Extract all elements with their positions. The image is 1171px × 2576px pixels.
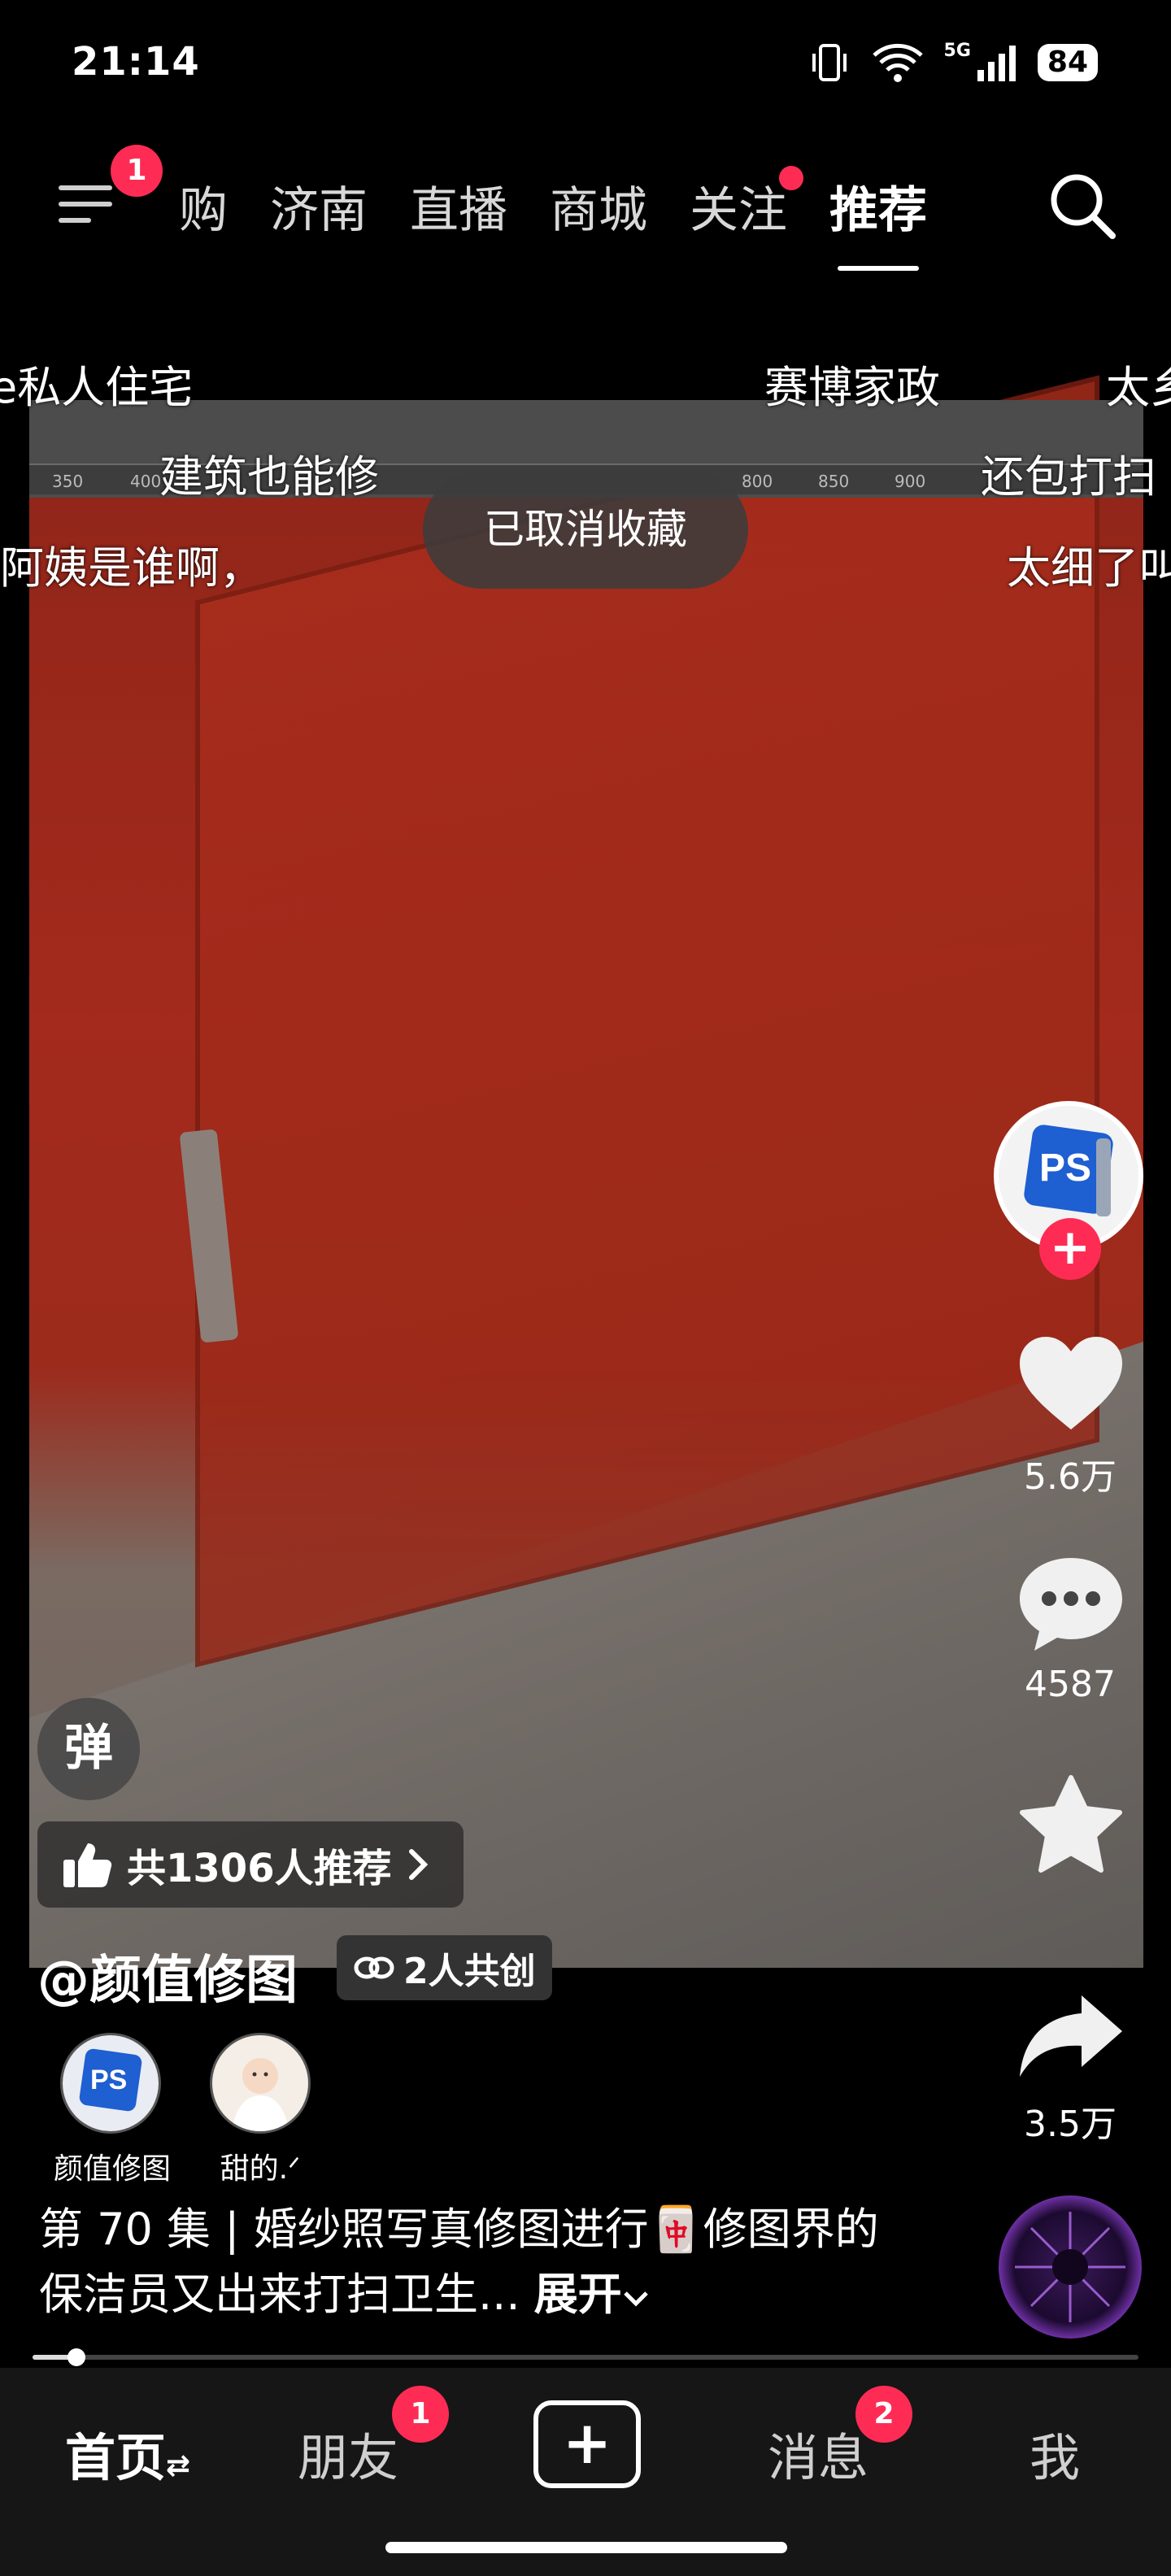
tab-home[interactable]: 首页⇄	[65, 2417, 190, 2490]
top-tab-bar: 购 济南 直播 商城 关注 推荐	[179, 166, 927, 271]
tab-live[interactable]: 直播	[410, 171, 507, 242]
creator-name: 颜值修图	[54, 2152, 172, 2186]
tab-shopping[interactable]: 购	[179, 171, 228, 242]
status-icons: 5G 84	[808, 41, 1098, 85]
share-icon[interactable]	[1016, 1992, 1125, 2082]
follow-button[interactable]: +	[1039, 1218, 1101, 1280]
baby-photo-icon	[232, 2058, 289, 2131]
battery-icon: 84	[1037, 44, 1098, 81]
recommend-count: 共1306人推荐	[127, 1846, 392, 1891]
danmaku-item: 赛博家政	[764, 362, 940, 413]
music-disc-icon[interactable]	[999, 2195, 1142, 2339]
creator-avatar	[210, 2033, 311, 2134]
creator-item[interactable]: PS 颜值修图	[54, 2033, 172, 2187]
ruler-tick: 850	[818, 472, 850, 491]
vibrate-icon	[812, 44, 847, 81]
chevron-right-icon	[408, 1849, 428, 1880]
tab-friends-label: 朋友	[298, 2428, 399, 2487]
messages-badge: 2	[855, 2386, 912, 2443]
svg-text:PS: PS	[1039, 1147, 1091, 1190]
svg-text:PS: PS	[90, 2065, 127, 2095]
menu-button[interactable]: 1	[59, 145, 163, 226]
share-count: 3.5万	[1024, 2104, 1117, 2145]
comment-icon[interactable]	[1016, 1553, 1125, 1657]
favorite-star-icon[interactable]	[1016, 1773, 1125, 1877]
ruler-tick: 400	[130, 472, 162, 491]
ruler-tick: 900	[895, 472, 926, 491]
tab-following[interactable]: 关注	[690, 166, 803, 242]
cocreate-badge[interactable]: 2人共创	[337, 1935, 552, 2000]
like-count: 5.6万	[1024, 1456, 1117, 1498]
wifi-icon	[872, 43, 923, 82]
caption-text: 第 70 集 | 婚纱照写真修图进行🀄修图界的保洁员又出来打扫卫生...	[39, 2204, 879, 2320]
link-icon	[354, 1956, 394, 1979]
recommend-bar[interactable]: 共1306人推荐	[37, 1821, 464, 1908]
danmaku-item: 建筑也能修	[159, 451, 379, 503]
ruler-tick: 800	[742, 472, 773, 491]
danmaku-toggle-button[interactable]: 弹	[37, 1698, 140, 1800]
tab-messages[interactable]: 消息 2	[768, 2386, 912, 2490]
danmaku-item: 太乡	[1106, 362, 1171, 413]
music-disc-art	[1015, 2212, 1125, 2322]
tab-jinan[interactable]: 济南	[270, 171, 368, 242]
danmaku-item: 太细了叫	[1007, 542, 1171, 594]
cocreate-label: 2人共创	[403, 1951, 536, 1992]
search-icon[interactable]	[1046, 169, 1119, 242]
chevron-down-icon	[623, 2291, 648, 2307]
danmaku-item: e私人住宅	[0, 362, 194, 413]
following-dot	[779, 166, 803, 190]
tab-mall[interactable]: 商城	[550, 171, 647, 242]
danmaku-item: 还包打扫	[981, 451, 1156, 503]
progress-knob[interactable]	[67, 2348, 86, 2366]
expand-label: 展开	[533, 2269, 622, 2320]
creator-item[interactable]: 甜的.ᐟ	[203, 2033, 317, 2187]
comment-count: 4587	[1025, 1664, 1116, 1705]
ruler-tick: 350	[52, 472, 84, 491]
author-name[interactable]: @颜值修图	[37, 1939, 298, 2013]
tab-recommended[interactable]: 推荐	[829, 171, 927, 271]
video-progress-bar[interactable]	[33, 2348, 1138, 2366]
photoshop-logo-icon: PS	[63, 2035, 159, 2131]
refresh-switch-icon: ⇄	[166, 2449, 191, 2482]
tab-following-label: 关注	[690, 182, 787, 239]
network-type: 5G	[943, 41, 971, 61]
tab-home-label: 首页	[65, 2428, 167, 2487]
danmaku-item: 阿姨是谁啊，	[0, 542, 263, 594]
create-button[interactable]: +	[533, 2400, 641, 2488]
tab-me[interactable]: 我	[1030, 2417, 1080, 2490]
signal-icon	[977, 46, 1016, 81]
menu-badge: 1	[111, 145, 163, 197]
status-time: 21:14	[72, 39, 200, 85]
thumbs-up-icon	[63, 1843, 112, 1887]
like-icon[interactable]	[1016, 1334, 1125, 1434]
creator-avatar: PS	[60, 2033, 161, 2134]
friends-badge: 1	[392, 2386, 449, 2443]
video-caption[interactable]: 第 70 集 | 婚纱照写真修图进行🀄修图界的保洁员又出来打扫卫生... 展开	[39, 2197, 901, 2327]
tab-messages-label: 消息	[768, 2428, 869, 2487]
home-indicator	[385, 2542, 787, 2553]
creator-name: 甜的.ᐟ	[220, 2152, 301, 2186]
expand-button[interactable]: 展开	[534, 2269, 650, 2320]
tab-friends[interactable]: 朋友 1	[298, 2386, 449, 2490]
toast-unfavorited: 已取消收藏	[423, 470, 748, 589]
